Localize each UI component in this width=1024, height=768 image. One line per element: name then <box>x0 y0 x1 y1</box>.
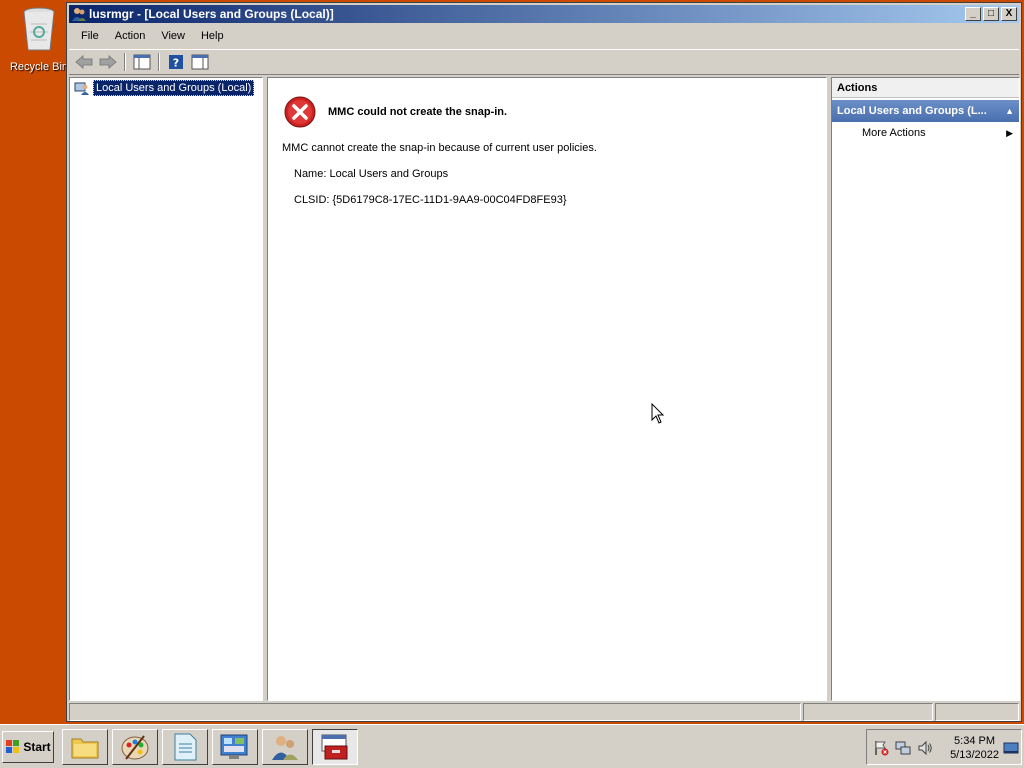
mmc-window: lusrmgr - [Local Users and Groups (Local… <box>66 2 1022 722</box>
result-pane: MMC could not create the snap-in. MMC ca… <box>267 77 827 701</box>
back-button[interactable] <box>73 51 95 73</box>
windows-logo-icon <box>6 740 20 753</box>
users-icon <box>272 736 298 760</box>
more-actions-item[interactable]: More Actions ▶ <box>832 122 1019 144</box>
action-pane-icon <box>191 54 209 70</box>
help-button[interactable]: ? <box>165 51 187 73</box>
recycle-bin-label: Recycle Bin <box>9 61 69 73</box>
window-title: lusrmgr - [Local Users and Groups (Local… <box>89 7 334 21</box>
recycle-bin-icon <box>23 7 55 51</box>
back-arrow-icon <box>75 55 93 69</box>
start-button[interactable]: Start <box>2 731 54 763</box>
menu-bar: File Action View Help <box>69 25 1019 47</box>
console-tree-icon <box>133 54 151 70</box>
actions-group-local-users-and-groups[interactable]: Local Users and Groups (L... ▲ <box>832 100 1019 122</box>
taskbar-lusrmgr-active[interactable] <box>312 729 358 765</box>
close-button[interactable]: X <box>1001 7 1017 21</box>
control-panel-icon <box>220 734 248 759</box>
svg-text:?: ? <box>173 57 179 70</box>
snapin-clsid: CLSID: {5D6179C8-17EC-11D1-9AA9-00C04FD8… <box>294 194 567 206</box>
snapin-name: Name: Local Users and Groups <box>294 168 449 180</box>
collapse-chevron-icon[interactable]: ▲ <box>1005 100 1014 122</box>
status-cell-main <box>69 703 801 721</box>
taskbar-notepad[interactable] <box>162 729 208 765</box>
document-icon <box>174 733 197 761</box>
error-header: MMC could not create the snap-in. <box>284 96 507 128</box>
show-hide-console-tree-button[interactable] <box>131 51 153 73</box>
minimize-button[interactable]: _ <box>965 7 981 21</box>
forward-button[interactable] <box>97 51 119 73</box>
toolbar-separator <box>124 53 126 71</box>
folder-icon <box>71 738 99 759</box>
users-app-icon <box>72 8 86 21</box>
show-hide-action-pane-button[interactable] <box>189 51 211 73</box>
error-title: MMC could not create the snap-in. <box>328 106 508 118</box>
toolbar-separator <box>158 53 160 71</box>
help-icon: ? <box>169 55 183 70</box>
paint-palette-icon <box>121 735 149 760</box>
submenu-arrow-icon: ▶ <box>1006 128 1013 138</box>
more-actions-label: More Actions <box>862 127 926 139</box>
toolbox-icon <box>321 734 348 760</box>
clock-time: 5:34 PM <box>954 735 996 747</box>
action-center-flag-icon[interactable] <box>873 740 889 756</box>
recycle-bin-desktop-icon[interactable]: Recycle Bin <box>4 4 74 73</box>
network-icon[interactable] <box>895 740 911 756</box>
taskbar: Start 5:34 PM 5/13/2022 <box>0 724 1024 768</box>
status-cell-2 <box>803 703 933 721</box>
taskbar-explorer[interactable] <box>62 729 108 765</box>
tree-item-local-users-and-groups[interactable]: Local Users and Groups (Local) <box>74 80 255 96</box>
menu-help[interactable]: Help <box>193 28 232 44</box>
forward-arrow-icon <box>99 55 117 69</box>
clock-date: 5/13/2022 <box>950 749 999 761</box>
clock[interactable]: 5:34 PM 5/13/2022 <box>950 734 999 762</box>
menu-view[interactable]: View <box>153 28 193 44</box>
error-message: MMC cannot create the snap-in because of… <box>282 142 597 154</box>
taskbar-paint[interactable] <box>112 729 158 765</box>
status-cell-3 <box>935 703 1019 721</box>
actions-pane: Actions Local Users and Groups (L... ▲ M… <box>831 77 1020 701</box>
console-tree-pane: Local Users and Groups (Local) <box>69 77 263 701</box>
taskbar-control-panel[interactable] <box>212 729 258 765</box>
title-bar[interactable]: lusrmgr - [Local Users and Groups (Local… <box>69 5 1019 23</box>
show-desktop-icon[interactable] <box>1003 740 1019 756</box>
status-bar <box>69 703 1019 721</box>
volume-icon[interactable] <box>917 740 933 756</box>
error-icon <box>284 96 316 128</box>
start-label: Start <box>23 740 51 754</box>
tree-item-label: Local Users and Groups (Local) <box>93 80 255 96</box>
toolbar: ? <box>69 49 1019 75</box>
maximize-button[interactable]: □ <box>983 7 999 21</box>
system-tray: 5:34 PM 5/13/2022 <box>866 729 1022 765</box>
menu-action[interactable]: Action <box>107 28 154 44</box>
mouse-cursor-icon <box>651 403 665 424</box>
taskbar-users[interactable] <box>262 729 308 765</box>
menu-file[interactable]: File <box>73 28 107 44</box>
actions-group-label: Local Users and Groups (L... <box>837 105 987 117</box>
actions-header: Actions <box>832 78 1019 98</box>
users-groups-icon <box>74 82 89 95</box>
